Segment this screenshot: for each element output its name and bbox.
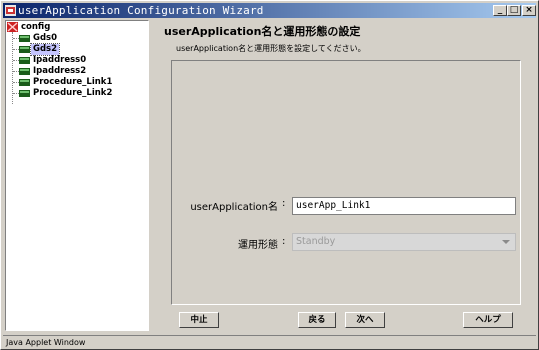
next-button[interactable]: 次へ xyxy=(345,312,385,328)
wizard-window: userApplication Configuration Wizard _ □… xyxy=(0,0,539,350)
page-title: userApplication名と運用形態の設定 xyxy=(164,25,361,38)
tree-item-label: Procedure_Link1 xyxy=(33,77,113,87)
app-name-input[interactable]: userApp_Link1 xyxy=(292,197,516,215)
form-panel: userApplication名 : userApp_Link1 運用形態 : … xyxy=(171,60,521,305)
app-name-colon: : xyxy=(282,198,286,209)
operation-mode-value: Standby xyxy=(296,236,336,247)
resource-icon xyxy=(19,68,30,75)
resource-icon xyxy=(19,79,30,86)
config-tree[interactable]: config Gds0 Gds2 Ipaddress0 Ipaddress2 P… xyxy=(5,20,149,331)
chevron-down-icon xyxy=(502,240,510,244)
config-root-icon xyxy=(7,22,18,32)
operation-mode-colon: : xyxy=(282,236,286,247)
tree-item-label: Procedure_Link2 xyxy=(33,88,113,98)
resource-icon xyxy=(19,90,30,97)
cancel-button[interactable]: 中止 xyxy=(179,312,219,328)
settings-pane: userApplication名と運用形態の設定 userApplication… xyxy=(159,20,536,333)
minimize-button[interactable]: _ xyxy=(493,5,507,16)
resource-icon xyxy=(19,35,30,42)
pane-splitter[interactable] xyxy=(151,20,157,331)
close-button[interactable]: × xyxy=(522,5,536,16)
tree-item-label: Gds0 xyxy=(33,33,58,43)
operation-mode-label: 運用形態 xyxy=(238,240,278,251)
tree-item-label: Ipaddress2 xyxy=(33,66,87,76)
maximize-button[interactable]: □ xyxy=(507,5,521,16)
applet-status-bar: Java Applet Window xyxy=(3,335,536,348)
app-name-label: userApplication名 xyxy=(190,202,278,213)
back-button[interactable]: 戻る xyxy=(298,312,336,328)
help-button[interactable]: ヘルプ xyxy=(463,312,513,328)
window-title: userApplication Configuration Wizard xyxy=(18,4,264,17)
operation-mode-select[interactable]: Standby xyxy=(292,233,516,251)
tree-item-label: Gds2 xyxy=(29,43,61,56)
app-icon xyxy=(5,5,16,16)
page-description: userApplication名と運用形態を設定してください。 xyxy=(176,44,366,53)
tree-item-label: Ipaddress0 xyxy=(33,55,87,65)
resource-icon xyxy=(19,46,30,53)
title-bar[interactable]: userApplication Configuration Wizard _ □… xyxy=(3,3,536,18)
resource-icon xyxy=(19,57,30,64)
tree-root-label: config xyxy=(21,22,51,32)
